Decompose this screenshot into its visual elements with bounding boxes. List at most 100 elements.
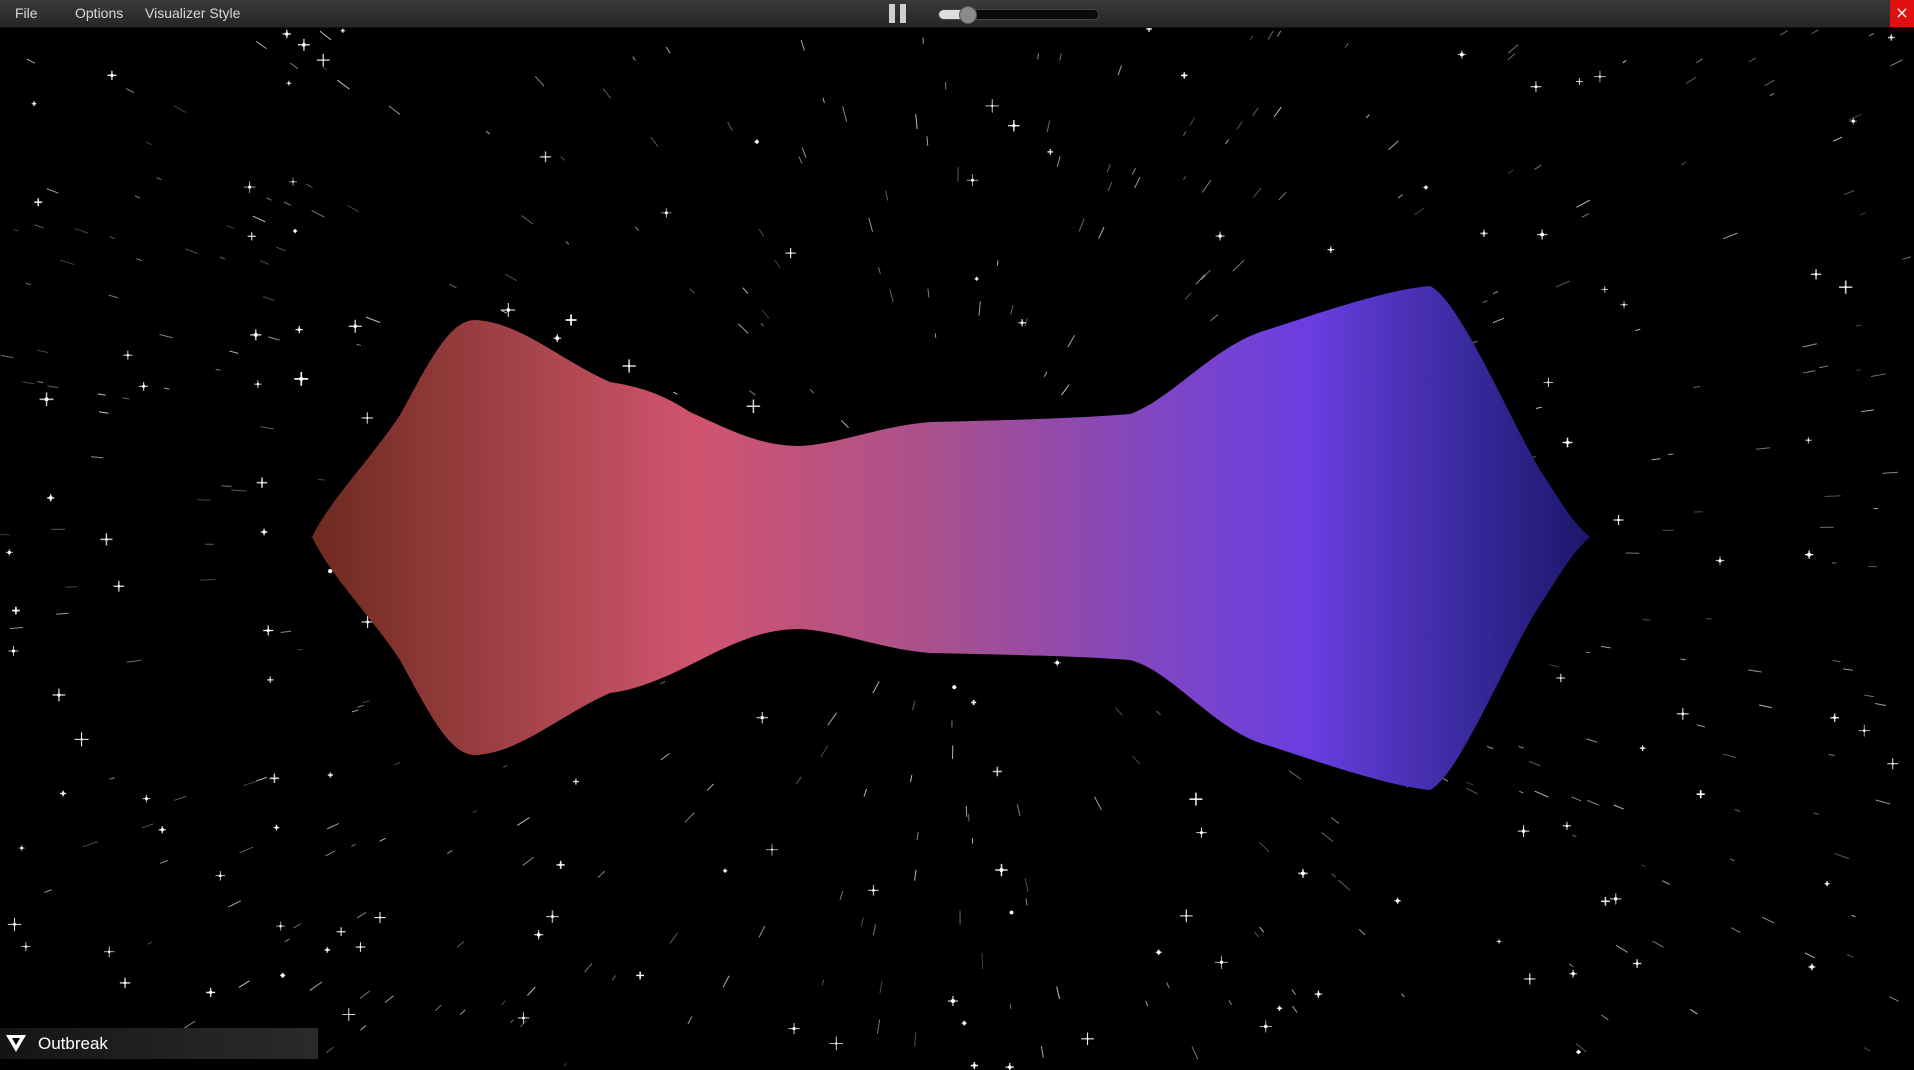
star-streak (501, 1000, 506, 1006)
star-streak (1037, 53, 1040, 60)
star-streak (632, 56, 636, 61)
star-streak (136, 258, 142, 262)
pause-icon (889, 4, 895, 23)
star-streak (1734, 809, 1741, 812)
star-core (326, 948, 329, 952)
waveform-shape (312, 286, 1590, 790)
star-streak (996, 260, 999, 266)
star-streak (268, 336, 280, 341)
star-core (279, 924, 282, 928)
star-streak (650, 136, 659, 148)
star-core (1009, 910, 1014, 915)
star-streak (163, 387, 170, 390)
star-streak (1078, 218, 1085, 232)
star-streak (1730, 858, 1735, 862)
star-core (1807, 439, 1810, 442)
volume-slider[interactable] (938, 6, 1099, 24)
star-streak (879, 981, 883, 994)
star-streak (256, 776, 268, 782)
star-core (991, 104, 994, 108)
star-streak (1067, 334, 1076, 348)
star-streak (1706, 618, 1712, 620)
star-core (1890, 36, 1893, 39)
star-streak (1748, 57, 1756, 63)
star-core (1718, 559, 1722, 563)
star-core (262, 530, 266, 534)
star-core (962, 1021, 967, 1025)
star-streak (503, 764, 508, 768)
star-streak (434, 1004, 442, 1012)
star-core (1851, 119, 1855, 123)
star-streak (672, 391, 678, 395)
star-core (999, 868, 1004, 873)
star-core (110, 73, 114, 77)
star-streak (1518, 745, 1524, 749)
star-streak (243, 780, 258, 787)
star-core (792, 1026, 796, 1031)
star-streak (505, 273, 517, 282)
star-core (1459, 52, 1464, 57)
star-core (1681, 712, 1685, 716)
star-streak (228, 900, 242, 908)
star-streak (1278, 191, 1287, 201)
star-streak (1600, 1014, 1609, 1021)
star-streak (1131, 168, 1136, 175)
star-streak (1855, 324, 1862, 327)
star-streak (1056, 986, 1061, 1000)
star-core (328, 569, 333, 574)
star-core (144, 797, 148, 801)
star-core (1577, 1050, 1581, 1054)
star-streak (1331, 873, 1336, 878)
star-streak (36, 349, 49, 353)
menu-options[interactable]: Options (75, 0, 123, 27)
star-streak (1330, 817, 1340, 824)
star-streak (255, 40, 267, 50)
star-core (266, 628, 270, 633)
star-streak (1507, 53, 1516, 61)
now-playing-bar[interactable]: Outbreak (0, 1028, 318, 1059)
star-streak (1846, 953, 1854, 958)
star-streak (1651, 458, 1661, 461)
star-streak (0, 354, 14, 359)
star-streak (1414, 207, 1425, 216)
star-core (1807, 552, 1812, 557)
close-button[interactable]: × (1890, 0, 1914, 27)
star-streak (1059, 52, 1062, 61)
star-streak (1321, 831, 1334, 842)
star-streak (82, 841, 98, 848)
star-streak (1802, 343, 1818, 348)
visualizer-canvas (0, 27, 1912, 1070)
star-streak (147, 941, 153, 945)
star-streak (1555, 280, 1570, 288)
star-core (107, 950, 111, 954)
star-streak (910, 774, 913, 783)
star-streak (59, 259, 75, 266)
star-streak (1828, 753, 1835, 757)
star-streak (722, 975, 730, 988)
star-streak (1685, 76, 1697, 84)
star-streak (309, 981, 323, 992)
star-streak (602, 88, 611, 99)
star-core (1604, 900, 1607, 903)
star-streak (22, 381, 35, 385)
star-core (1547, 381, 1550, 384)
star-streak (669, 932, 678, 944)
star-streak (238, 980, 250, 988)
volume-thumb[interactable] (959, 6, 978, 24)
menu-file[interactable]: File (15, 0, 38, 27)
menu-visualizer-style[interactable]: Visualizer Style (145, 0, 240, 27)
star-streak (821, 979, 825, 986)
star-core (972, 701, 975, 704)
star-streak (239, 846, 254, 854)
star-streak (26, 58, 36, 64)
star-streak (1613, 804, 1624, 810)
pause-button[interactable] (889, 4, 907, 23)
star-streak (1200, 269, 1211, 281)
star-streak (1667, 453, 1674, 456)
star-streak (1292, 1005, 1298, 1013)
star-core (1641, 746, 1644, 750)
star-streak (1145, 1001, 1149, 1007)
star-streak (1723, 232, 1738, 240)
star-streak (1548, 664, 1560, 668)
star-streak (1182, 175, 1187, 181)
